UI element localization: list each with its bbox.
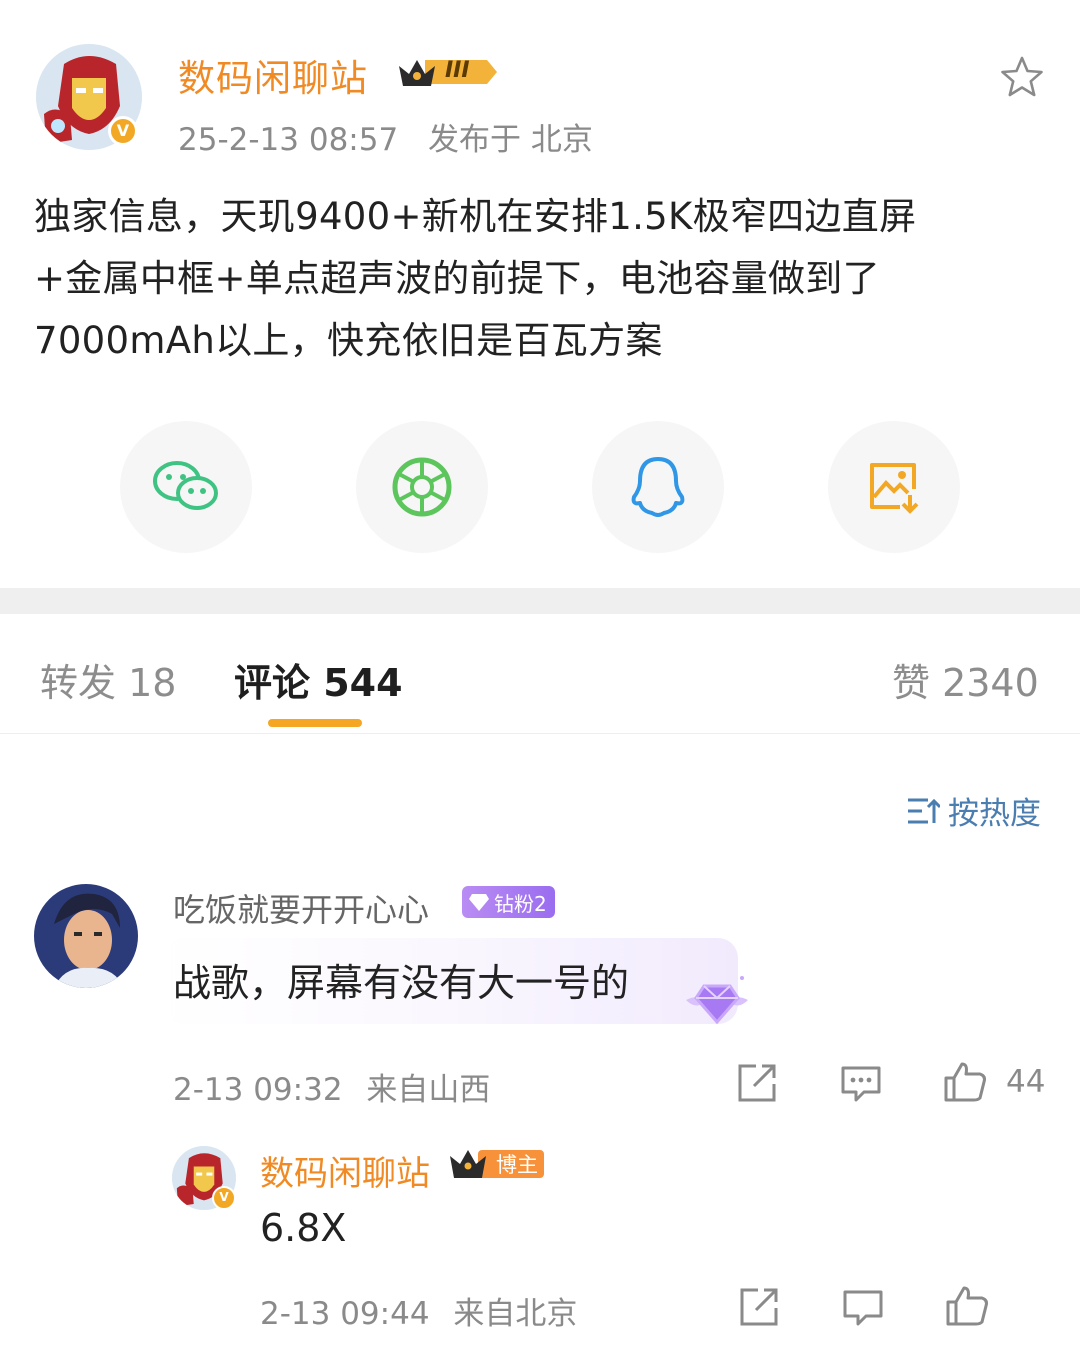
tab-repost[interactable]: 转发 18 xyxy=(40,652,176,707)
sort-label: 按热度 xyxy=(948,796,1041,832)
reply-forward-button[interactable] xyxy=(738,1286,780,1328)
share-wechat-button[interactable] xyxy=(120,421,252,553)
comment-text: 战歌，屏幕有没有大一号的 xyxy=(173,961,630,1005)
qq-icon xyxy=(631,457,685,517)
member-level-badge[interactable]: III xyxy=(395,52,501,92)
active-tab-indicator xyxy=(268,719,362,727)
reply-icon xyxy=(843,1290,883,1326)
tab-like[interactable]: 赞 2340 xyxy=(892,652,1039,707)
diamond-icon xyxy=(469,894,489,911)
reply-like-button[interactable] xyxy=(944,1284,988,1326)
save-image-button[interactable] xyxy=(828,421,960,553)
thumbs-up-icon xyxy=(944,1062,986,1102)
blogger-badge: 博主 xyxy=(448,1146,546,1182)
reply-meta: 2-13 09:44 来自北京 xyxy=(260,1288,577,1333)
post-body-text: 独家信息，天玑9400+新机在安排1.5K极窄四边直屏 +金属中框+单点超声波的… xyxy=(34,195,917,362)
share-qq-button[interactable] xyxy=(592,421,724,553)
share-out-icon xyxy=(738,1064,776,1102)
comment-forward-button[interactable] xyxy=(736,1062,778,1104)
verified-v-icon: V xyxy=(212,1186,236,1210)
reply-text: 6.8X xyxy=(260,1206,347,1250)
comment-location: 来自山西 xyxy=(366,1072,491,1108)
comment-like-button[interactable] xyxy=(942,1060,986,1102)
reply-time: 2-13 09:44 xyxy=(260,1296,430,1332)
moments-icon xyxy=(392,457,452,517)
anime-hero-avatar-icon xyxy=(34,884,138,988)
section-divider xyxy=(0,588,1080,614)
fan-level-badge[interactable]: 钻粉2 xyxy=(462,886,555,918)
share-out-icon xyxy=(740,1288,778,1326)
verified-v-icon: V xyxy=(108,116,138,146)
favorite-button[interactable] xyxy=(998,54,1046,102)
commenter-name[interactable]: 吃饭就要开开心心 xyxy=(173,885,429,931)
diamond-gem-decoration-icon xyxy=(682,970,752,1028)
post-location: 发布于 北京 xyxy=(428,122,593,158)
thumbs-up-icon xyxy=(946,1286,988,1326)
author-name[interactable]: 数码闲聊站 xyxy=(178,48,368,102)
save-image-icon xyxy=(870,463,919,514)
sort-icon xyxy=(908,798,940,823)
reply-reply-button[interactable] xyxy=(842,1288,884,1330)
fan-badge-label: 钻粉2 xyxy=(494,891,547,916)
tab-comment[interactable]: 评论 544 xyxy=(234,652,403,707)
comment-time: 2-13 09:32 xyxy=(173,1072,343,1108)
post-time: 25-2-13 08:57 xyxy=(178,122,399,158)
share-moments-button[interactable] xyxy=(356,421,488,553)
comment-meta: 2-13 09:32 来自山西 xyxy=(173,1064,490,1109)
tab-divider xyxy=(0,733,1080,734)
reply-location: 来自北京 xyxy=(453,1296,578,1332)
sort-button[interactable]: 按热度 xyxy=(906,788,1041,833)
reply-author-name[interactable]: 数码闲聊站 xyxy=(260,1146,430,1195)
post-meta: 25-2-13 08:57 发布于 北京 xyxy=(178,114,593,159)
blogger-badge-label: 博主 xyxy=(496,1153,538,1177)
star-icon xyxy=(1001,56,1043,97)
comment-like-count: 44 xyxy=(1006,1064,1046,1100)
reply-icon xyxy=(841,1066,881,1102)
comment-reply-button[interactable] xyxy=(840,1064,882,1106)
commenter-avatar[interactable] xyxy=(34,884,138,988)
wechat-icon xyxy=(153,461,218,510)
level-badge-text: III xyxy=(445,58,470,83)
